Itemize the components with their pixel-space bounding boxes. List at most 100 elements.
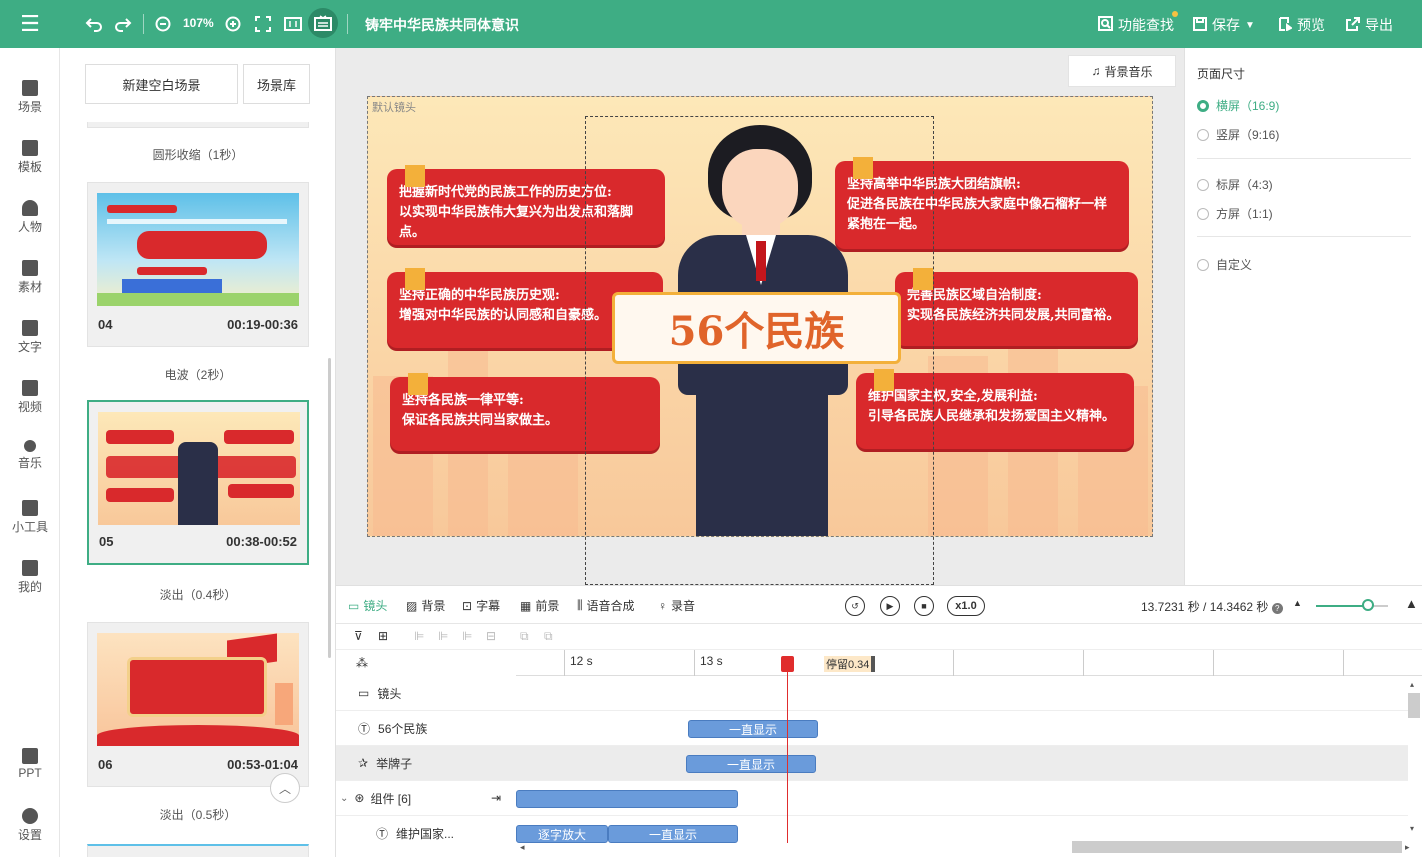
scroll-right-icon[interactable]: ▸ [1405,842,1410,853]
stop-button[interactable]: ■ [914,596,934,616]
segment-group[interactable] [516,790,738,808]
nav-text[interactable]: 文字 [0,320,60,355]
radio-icon [1197,99,1209,112]
track-hold-sign[interactable]: ✰ 举牌子 [336,746,516,781]
timeline-zoom-slider[interactable] [1316,605,1368,607]
time-ruler[interactable]: 12 s 13 s 停留0.34 [516,650,1422,676]
divider [347,14,348,34]
track-maintain-sovereignty[interactable]: Ⓣ 维护国家... [336,816,516,851]
nav-material[interactable]: 素材 [0,260,60,295]
track-lens-lane[interactable] [516,676,1408,711]
ungroup-icon[interactable]: ⇥ [491,791,501,805]
nav-settings[interactable]: 设置 [0,808,60,843]
subtitle-mode-icon[interactable] [308,8,338,38]
scene-number: 04 [98,317,113,332]
stay-marker[interactable]: 停留0.34 [824,656,876,672]
transition-label[interactable]: 电波（2秒） [60,366,335,383]
nav-scene[interactable]: 场景 [0,80,60,115]
selection-box[interactable] [585,116,934,585]
tab-lens[interactable]: ▭ 镜头 [348,597,387,614]
play-icon: ▶ [886,600,894,611]
radio-square[interactable]: 方屏（1:1) [1197,205,1273,222]
tab-background[interactable]: ▨ 背景 [406,597,445,614]
chevron-down-icon[interactable]: ⌄ [340,793,348,804]
redo-icon[interactable] [112,12,134,36]
scroll-up-icon[interactable]: ▴ [1410,680,1414,689]
nav-mine[interactable]: 我的 [0,560,60,595]
scene-library-button[interactable]: 场景库 [243,64,310,104]
timeline-h-scrollbar[interactable] [1072,841,1402,853]
zoom-out-icon[interactable] [152,12,174,36]
track-group[interactable]: ⌄ ⊛ 组件 [6] ⇥ [336,781,516,816]
nav-video[interactable]: 视频 [0,380,60,415]
notification-dot [1172,11,1178,17]
tab-record[interactable]: ♀ 录音 [658,597,695,614]
radio-standard[interactable]: 标屏（4:3) [1197,176,1273,193]
radio-landscape[interactable]: 横屏（16:9) [1197,97,1279,114]
scene-thumbnail [97,193,299,306]
nav-music[interactable]: 音乐 [0,440,60,471]
track-maintain-sovereignty-lane[interactable]: 逐字放大 一直显示 [516,816,1408,843]
play-button[interactable]: ▶ [880,596,900,616]
scenes-scrollbar[interactable] [328,358,331,658]
actual-size-icon[interactable] [282,12,304,36]
segment-always-show[interactable]: 一直显示 [686,755,816,773]
project-title[interactable]: 铸牢中华民族共同体意识 [365,15,519,35]
distribute-icon: ⊟ [486,629,497,643]
nav-toolbox[interactable]: 小工具 [0,500,60,535]
tab-foreground[interactable]: ▦ 前景 [520,597,559,614]
export-button[interactable]: 导出 [1346,15,1393,35]
microphone-icon: ♀ [658,598,667,613]
scene-card-05[interactable]: 05 00:38-00:52 [87,400,309,565]
text-icon: Ⓣ [358,721,371,736]
tab-tts[interactable]: ⫼ 语音合成 [577,597,635,614]
background-music-button[interactable]: ♫ 背景音乐 [1068,55,1176,87]
help-icon[interactable]: ? [1271,603,1283,614]
zoom-in-icon[interactable] [222,12,244,36]
radio-portrait[interactable]: 竖屏（9:16) [1197,126,1279,143]
nav-person[interactable]: 人物 [0,200,60,235]
scroll-top-button[interactable]: ︿ [270,773,300,803]
align-center-icon: ⊫ [438,629,449,643]
track-lens[interactable]: ▭ 镜头 [336,676,516,711]
timeline-v-scrollbar[interactable] [1408,693,1420,718]
feature-search-button[interactable]: 功能查找 [1098,15,1174,35]
menu-icon[interactable]: ☰ [0,0,60,48]
save-button[interactable]: 保存 ▼ [1193,15,1255,35]
export-icon [1346,16,1360,34]
banner-tag [408,373,428,395]
transition-label[interactable]: 淡出（0.5秒） [60,806,335,823]
fullscreen-icon[interactable] [252,12,274,36]
preview-button[interactable]: 预览 [1278,15,1325,35]
filter-icon[interactable]: ⊽ [354,629,363,643]
zoom-out-timeline-icon[interactable]: ▲ [1293,598,1302,608]
segment-always-show[interactable]: 一直显示 [688,720,818,738]
segment-always-show[interactable]: 一直显示 [608,825,738,843]
zoom-in-timeline-icon[interactable]: ▲ [1405,596,1418,611]
replay-button[interactable]: ↺ [845,596,865,616]
segment-word-zoom[interactable]: 逐字放大 [516,825,608,843]
scroll-down-icon[interactable]: ▾ [1410,824,1414,833]
nav-ppt[interactable]: PPT [0,748,60,780]
nav-template[interactable]: 模板 [0,140,60,175]
scene-card-04[interactable]: 04 00:19-00:36 [87,182,309,347]
track-settings-icon[interactable]: ⁂ [356,656,368,670]
timeline-zoom-knob[interactable] [1362,599,1374,611]
radio-custom[interactable]: 自定义 [1197,256,1252,273]
scene-card-06[interactable]: 06 00:53-01:04 [87,622,309,787]
track-hold-sign-lane[interactable]: 一直显示 [516,746,1408,781]
group-icon[interactable]: ⊞ [378,629,388,643]
undo-icon[interactable] [83,12,105,36]
speed-button[interactable]: x1.0 [947,596,985,616]
tab-subtitle[interactable]: ⊡ 字幕 [462,597,500,614]
align-right-icon: ⊫ [462,629,473,643]
transition-label[interactable]: 圆形收缩（1秒） [60,146,335,163]
track-56-ethnic[interactable]: Ⓣ 56个民族 [336,711,516,746]
track-56-ethnic-lane[interactable]: 一直显示 [516,711,1408,746]
radio-icon [1197,128,1209,141]
new-blank-scene-button[interactable]: 新建空白场景 [85,64,238,104]
playhead[interactable] [787,658,788,843]
track-group-lane[interactable] [516,781,1408,816]
transition-label[interactable]: 淡出（0.4秒） [60,586,335,603]
scroll-left-icon[interactable]: ◂ [520,842,525,853]
